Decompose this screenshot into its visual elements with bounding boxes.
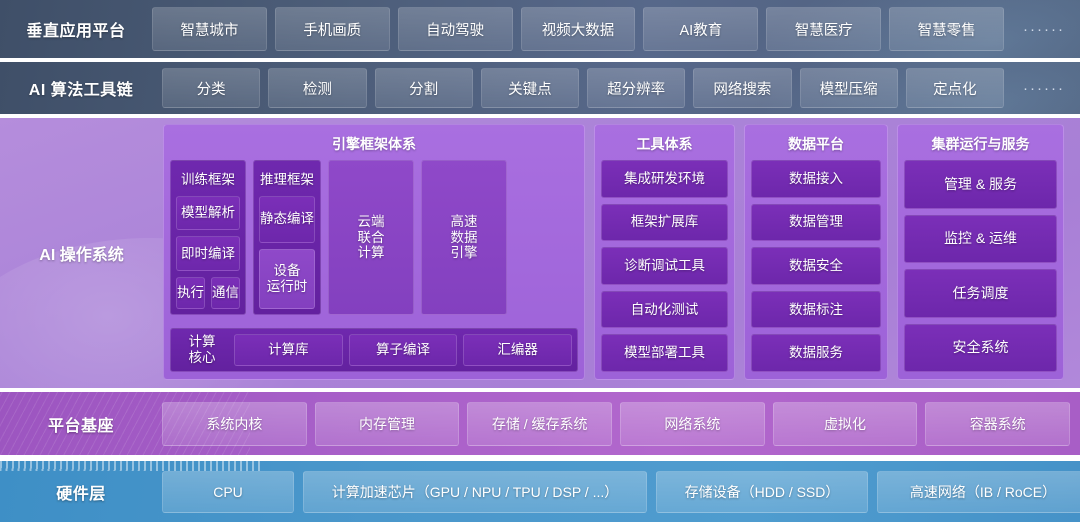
chip-super-resolution[interactable]: 超分辨率 [587, 68, 686, 108]
layer-label-platform-foundation: 平台基座 [47, 417, 114, 435]
panel-engine-framework: 引擎框架体系 训练框架 模型解析 即时编译 执行 通信 推理框架 静态编译 设备… [163, 124, 585, 380]
box-model-deploy-tool[interactable]: 模型部署工具 [601, 334, 728, 372]
subpanel-title-compute-core: 计算 核心 [188, 334, 216, 365]
chip-system-kernel[interactable]: 系统内核 [162, 401, 307, 446]
layer-label-ai-algorithm-toolchain: AI 算法工具链 [28, 82, 134, 99]
chip-network-system[interactable]: 网络系统 [620, 401, 765, 446]
panel-data-platform: 数据平台 数据接入 数据管理 数据安全 数据标注 数据服务 [744, 124, 888, 380]
layer-ai-algorithm-toolchain: AI 算法工具链 分类 检测 分割 关键点 超分辨率 网络搜索 模型压缩 定点化… [0, 62, 1080, 114]
chip-keypoint[interactable]: 关键点 [480, 68, 579, 108]
data-platform-body: 数据接入 数据管理 数据安全 数据标注 数据服务 [751, 160, 881, 372]
box-security-system[interactable]: 安全系统 [904, 323, 1057, 372]
chip-quantization[interactable]: 定点化 [905, 68, 1004, 108]
cluster-body: 管理 & 服务 监控 & 运维 任务调度 安全系统 [904, 160, 1057, 372]
subpanel-inference-framework: 推理框架 静态编译 设备 运行时 [253, 160, 321, 315]
box-integrated-dev-env[interactable]: 集成研发环境 [601, 160, 728, 198]
panel-tool-system: 工具体系 集成研发环境 框架扩展库 诊断调试工具 自动化测试 模型部署工具 [594, 124, 735, 380]
chip-video-big-data[interactable]: 视频大数据 [520, 7, 636, 51]
chip-smart-city[interactable]: 智慧城市 [152, 7, 267, 51]
chip-storage-device[interactable]: 存储设备（HDD / SSD） [656, 470, 868, 513]
panel-title-cluster-operation-service: 集群运行与服务 [931, 136, 1030, 152]
chip-model-compression[interactable]: 模型压缩 [799, 68, 898, 108]
subpanel-training-framework: 训练框架 模型解析 即时编译 执行 通信 [170, 160, 246, 315]
panel-title-data-platform: 数据平台 [788, 136, 844, 152]
box-execution[interactable]: 执行 [176, 276, 205, 309]
chip-high-speed-network[interactable]: 高速网络（IB / RoCE） [877, 470, 1080, 513]
chip-compute-accelerator[interactable]: 计算加速芯片（GPU / NPU / TPU / DSP / ...） [303, 470, 647, 513]
vertical-chip-list: 智慧城市 手机画质 自动驾驶 视频大数据 AI教育 智慧医疗 智慧零售 ····… [152, 7, 1080, 51]
chip-classification[interactable]: 分类 [162, 68, 261, 108]
layer-ai-operating-system: AI 操作系统 引擎框架体系 训练框架 模型解析 即时编译 执行 通信 推理框架… [0, 118, 1080, 388]
box-high-speed-data-engine[interactable]: 高速 数据 引擎 [421, 160, 507, 315]
hardware-chip-list: CPU 计算加速芯片（GPU / NPU / TPU / DSP / ...） … [162, 470, 1080, 513]
subpanel-compute-core: 计算 核心 计算库 算子编译 汇编器 [170, 328, 578, 372]
chip-phone-image-quality[interactable]: 手机画质 [274, 7, 390, 51]
layer-label-vertical-application-platform: 垂直应用平台 [26, 23, 126, 40]
layer-platform-foundation: 平台基座 系统内核 内存管理 存储 / 缓存系统 网络系统 虚拟化 容器系统 [0, 392, 1080, 455]
engine-framework-body: 训练框架 模型解析 即时编译 执行 通信 推理框架 静态编译 设备 运行时 云端… [170, 160, 578, 372]
base-chip-list: 系统内核 内存管理 存储 / 缓存系统 网络系统 虚拟化 容器系统 [162, 401, 1080, 446]
box-monitoring-operations[interactable]: 监控 & 运维 [904, 214, 1057, 263]
panel-title-tool-system: 工具体系 [636, 136, 693, 152]
subpanel-title-training-framework: 训练框架 [181, 172, 235, 187]
layer-hardware: 硬件层 CPU 计算加速芯片（GPU / NPU / TPU / DSP / .… [0, 461, 1080, 522]
chip-detection[interactable]: 检测 [268, 68, 367, 108]
box-compute-library[interactable]: 计算库 [234, 334, 343, 366]
chip-segmentation[interactable]: 分割 [374, 68, 473, 108]
box-framework-extension[interactable]: 框架扩展库 [601, 203, 728, 242]
layer-label-ai-operating-system: AI 操作系统 [39, 247, 124, 264]
panel-cluster-operation-service: 集群运行与服务 管理 & 服务 监控 & 运维 任务调度 安全系统 [897, 124, 1064, 380]
box-static-compile[interactable]: 静态编译 [259, 196, 315, 243]
box-automated-testing[interactable]: 自动化测试 [601, 290, 728, 329]
box-communication[interactable]: 通信 [211, 276, 240, 309]
box-jit-compile[interactable]: 即时编译 [176, 236, 240, 271]
box-operator-compile[interactable]: 算子编译 [348, 334, 458, 366]
box-cloud-federated-computing[interactable]: 云端 联合 计算 [328, 160, 414, 315]
box-device-runtime[interactable]: 设备 运行时 [259, 248, 315, 309]
chip-virtualization[interactable]: 虚拟化 [772, 401, 918, 446]
chip-smart-retail[interactable]: 智慧零售 [889, 7, 1005, 51]
chip-container-system[interactable]: 容器系统 [925, 401, 1071, 446]
chip-memory-management[interactable]: 内存管理 [314, 401, 460, 446]
chip-autonomous-driving[interactable]: 自动驾驶 [397, 7, 513, 51]
layer-vertical-application-platform: 垂直应用平台 智慧城市 手机画质 自动驾驶 视频大数据 AI教育 智慧医疗 智慧… [0, 0, 1080, 58]
box-data-management[interactable]: 数据管理 [751, 203, 881, 242]
architecture-diagram: 垂直应用平台 智慧城市 手机画质 自动驾驶 视频大数据 AI教育 智慧医疗 智慧… [0, 0, 1080, 522]
algo-chip-list: 分类 检测 分割 关键点 超分辨率 网络搜索 模型压缩 定点化 ······ [162, 68, 1080, 108]
box-data-service[interactable]: 数据服务 [751, 334, 881, 372]
chip-network-search[interactable]: 网络搜索 [693, 68, 792, 108]
ellipsis-icon-algo: ······ [1023, 79, 1065, 97]
layer-label-hardware: 硬件层 [56, 485, 106, 503]
subpanel-title-inference-framework: 推理框架 [260, 172, 314, 187]
box-model-parsing[interactable]: 模型解析 [176, 196, 240, 231]
box-task-scheduling[interactable]: 任务调度 [904, 269, 1057, 318]
chip-ai-education[interactable]: AI教育 [643, 7, 759, 51]
ellipsis-icon-vertical: ······ [1023, 20, 1065, 38]
os-panel-group: 引擎框架体系 训练框架 模型解析 即时编译 执行 通信 推理框架 静态编译 设备… [163, 118, 1080, 388]
box-assembler[interactable]: 汇编器 [463, 334, 573, 366]
box-data-annotation[interactable]: 数据标注 [751, 290, 881, 329]
box-data-ingestion[interactable]: 数据接入 [751, 160, 881, 198]
box-data-security[interactable]: 数据安全 [751, 247, 881, 285]
panel-title-engine-framework: 引擎框架体系 [332, 136, 416, 152]
chip-smart-healthcare[interactable]: 智慧医疗 [766, 7, 882, 51]
box-diagnostic-debug-tool[interactable]: 诊断调试工具 [601, 247, 728, 285]
tool-system-body: 集成研发环境 框架扩展库 诊断调试工具 自动化测试 模型部署工具 [601, 160, 728, 372]
chip-cpu[interactable]: CPU [162, 470, 294, 513]
box-management-service[interactable]: 管理 & 服务 [904, 160, 1057, 209]
engine-column-group: 训练框架 模型解析 即时编译 执行 通信 推理框架 静态编译 设备 运行时 云端… [170, 160, 578, 315]
chip-storage-cache-system[interactable]: 存储 / 缓存系统 [467, 401, 613, 446]
